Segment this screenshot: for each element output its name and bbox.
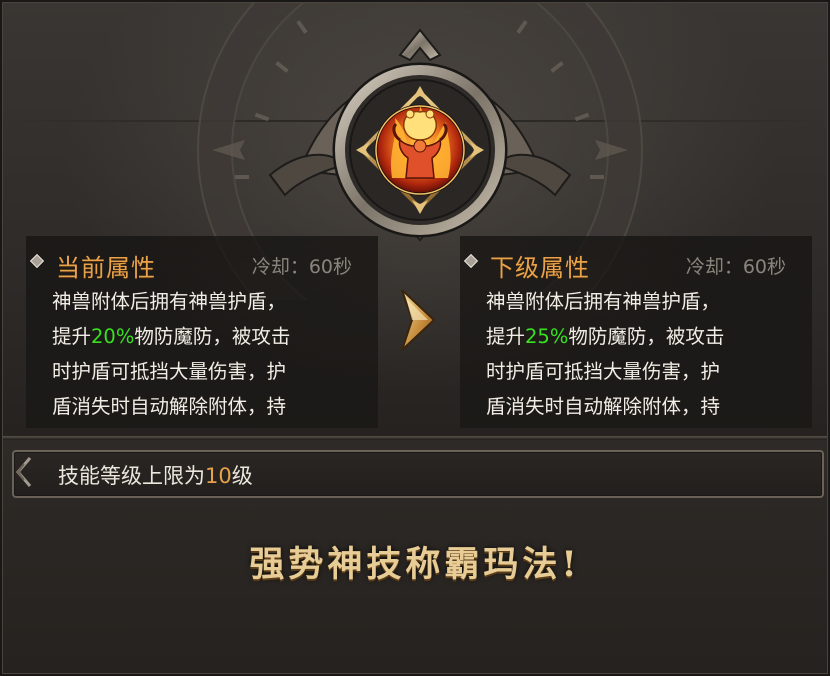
next-attributes-panel: 下级属性 冷却：60秒 神兽附体后拥有神兽护盾， 提升25%物防魔防，被攻击 时…: [460, 236, 812, 428]
next-attributes-header: 下级属性 冷却：60秒: [460, 248, 812, 282]
description-line: 盾消失时自动解除附体，持: [52, 395, 287, 418]
level-cap-value: 10: [205, 464, 232, 488]
skill-slogan: 强势神技称霸玛法!: [249, 544, 581, 585]
current-attributes-title: 当前属性: [56, 254, 156, 282]
diamond-bullet-icon: [29, 253, 45, 269]
next-attributes-description: 神兽附体后拥有神兽护盾， 提升25%物防魔防，被攻击 时护盾可抵挡大量伤害，护 …: [486, 284, 806, 424]
description-line: 时护盾可抵挡大量伤害，护: [52, 360, 287, 383]
current-attributes-panel: 当前属性 冷却：60秒 神兽附体后拥有神兽护盾， 提升20%物防魔防，被攻击 时…: [26, 236, 378, 428]
chevron-right-icon: [401, 289, 436, 351]
description-line: 盾消失时自动解除附体，持: [486, 395, 721, 418]
next-attributes-title: 下级属性: [490, 254, 590, 282]
bar-cap-icon: [16, 457, 32, 487]
percent-value: 25%: [525, 325, 569, 348]
current-cooldown: 冷却：60秒: [251, 256, 352, 278]
description-line: 时护盾可抵挡大量伤害，护: [486, 360, 721, 383]
level-cap-text: 技能等级上限为10级: [58, 464, 253, 488]
current-attributes-header: 当前属性 冷却：60秒: [26, 248, 378, 282]
description-line: 神兽附体后拥有神兽护盾，: [52, 290, 287, 313]
description-line: 提升25%物防魔防，被攻击: [486, 325, 725, 348]
next-cooldown: 冷却：60秒: [685, 256, 786, 278]
flame-beast-warrior-icon[interactable]: [374, 104, 466, 196]
current-attributes-description: 神兽附体后拥有神兽护盾， 提升20%物防魔防，被攻击 时护盾可抵挡大量伤害，护 …: [52, 284, 372, 424]
description-line: 神兽附体后拥有神兽护盾，: [486, 290, 721, 313]
percent-value: 20%: [91, 325, 135, 348]
description-line: 提升20%物防魔防，被攻击: [52, 325, 291, 348]
diamond-bullet-icon: [463, 253, 479, 269]
